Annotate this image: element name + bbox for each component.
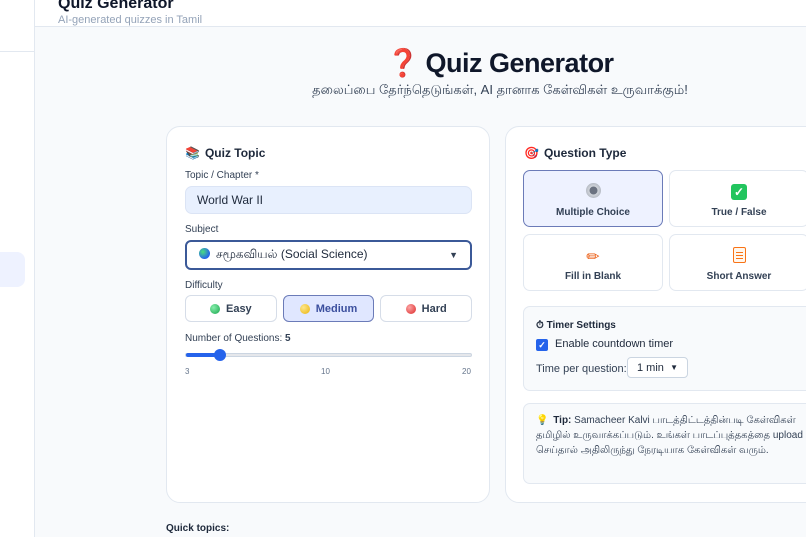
difficulty-hard-label: Hard (421, 302, 447, 315)
subject-label: Subject (185, 224, 219, 235)
timer-settings-panel: ⏱ Timer Settings ✓ Enable countdown time… (523, 306, 806, 391)
question-type-heading: 🎯 Question Type (524, 146, 626, 160)
type-multiple-choice-label: Multiple Choice (556, 207, 630, 218)
timer-settings-heading-text: Timer Settings (546, 320, 616, 331)
difficulty-medium-button[interactable]: Medium (282, 295, 375, 322)
sidebar (0, 0, 35, 537)
globe-icon (199, 248, 210, 259)
type-true-false-label: True / False (711, 207, 767, 218)
type-multiple-choice-option[interactable]: Multiple Choice (523, 170, 663, 227)
top-header: Quiz Generator AI-generated quizzes in T… (35, 0, 806, 27)
quiz-topic-heading-text: Quiz Topic (204, 146, 266, 160)
timer-settings-heading: ⏱ Timer Settings (536, 320, 616, 331)
slider-thumb[interactable] (213, 349, 226, 361)
page-title-text: Quiz Generator (425, 48, 615, 78)
chevron-down-icon: ▼ (670, 363, 678, 372)
chevron-down-icon: ▼ (449, 250, 458, 260)
tip-panel: 💡 Tip: Samacheer Kalvi பாடத்திட்டத்தின்ப… (523, 403, 806, 484)
type-fill-in-blank-label: Fill in Blank (564, 271, 622, 282)
app-subtitle: AI-generated quizzes in Tamil (58, 14, 203, 26)
books-icon: 📚 (185, 146, 200, 160)
lightbulb-icon: 💡 (536, 415, 549, 426)
quick-topics-label: Quick topics: (166, 523, 230, 534)
tip-prefix: Tip: (553, 415, 572, 426)
sidebar-item-active[interactable] (0, 252, 25, 287)
question-mark-icon: ❓ (386, 48, 420, 78)
type-short-answer-option[interactable]: Short Answer (669, 234, 806, 291)
app-page: Quiz Generator AI-generated quizzes in T… (0, 0, 806, 537)
time-per-question-label: Time per question: (536, 363, 627, 375)
type-fill-in-blank-option[interactable]: ✏ Fill in Blank (523, 234, 663, 291)
question-type-heading-text: Question Type (543, 146, 627, 160)
topic-label: Topic / Chapter * (185, 170, 259, 181)
pencil-icon: ✏ (586, 249, 600, 266)
difficulty-easy-label: Easy (225, 302, 252, 315)
type-true-false-option[interactable]: ✓ True / False (669, 170, 806, 227)
enable-timer-label[interactable]: Enable countdown timer (555, 338, 673, 350)
difficulty-medium-label: Medium (315, 302, 358, 315)
difficulty-hard-button[interactable]: Hard (380, 295, 473, 322)
time-per-question-select[interactable]: 1 min ▼ (627, 357, 688, 378)
topic-input[interactable] (185, 186, 472, 214)
check-mark-icon: ✓ (731, 184, 747, 200)
difficulty-label: Difficulty (185, 280, 223, 291)
page-subtitle: தலைப்பை தேர்ந்தெடுங்கள், AI தானாக கேள்வி… (312, 82, 688, 97)
num-questions-label: Number of Questions: 5 (185, 333, 291, 344)
app-title: Quiz Generator (58, 0, 174, 12)
memo-icon (732, 247, 746, 263)
type-short-answer-label: Short Answer (706, 271, 772, 282)
subject-select[interactable]: சமூகவியல் (Social Science) ▼ (185, 240, 472, 270)
stopwatch-icon: ⏱ (536, 320, 544, 331)
yellow-circle-icon (299, 303, 310, 314)
question-type-card: 🎯 Question Type Multiple Choice ✓ True /… (505, 126, 806, 503)
slider-max-label: 20 (462, 367, 471, 376)
quiz-topic-heading: 📚 Quiz Topic (185, 146, 265, 160)
slider-mid-label: 10 (321, 367, 330, 376)
difficulty-options: Easy Medium Hard (185, 295, 473, 322)
target-icon: 🎯 (524, 146, 539, 160)
difficulty-easy-button[interactable]: Easy (185, 295, 277, 322)
slider-min-label: 3 (185, 367, 190, 376)
red-circle-icon (405, 303, 416, 314)
quiz-topic-card: 📚 Quiz Topic Topic / Chapter * Subject ச… (166, 126, 490, 503)
green-circle-icon (209, 303, 220, 314)
tip-text: Samacheer Kalvi பாடத்திட்டத்தின்படி கேள்… (536, 415, 803, 456)
num-questions-value: 5 (285, 333, 291, 344)
subject-selected-value: சமூகவியல் (Social Science) (216, 247, 368, 261)
time-per-question-value: 1 min (637, 361, 664, 374)
enable-timer-checkbox[interactable]: ✓ (536, 339, 548, 351)
page-title: ❓ Quiz Generator (0, 47, 806, 79)
radio-button-icon (585, 183, 601, 198)
num-questions-label-text: Number of Questions: (185, 333, 283, 344)
num-questions-slider[interactable] (185, 349, 472, 361)
